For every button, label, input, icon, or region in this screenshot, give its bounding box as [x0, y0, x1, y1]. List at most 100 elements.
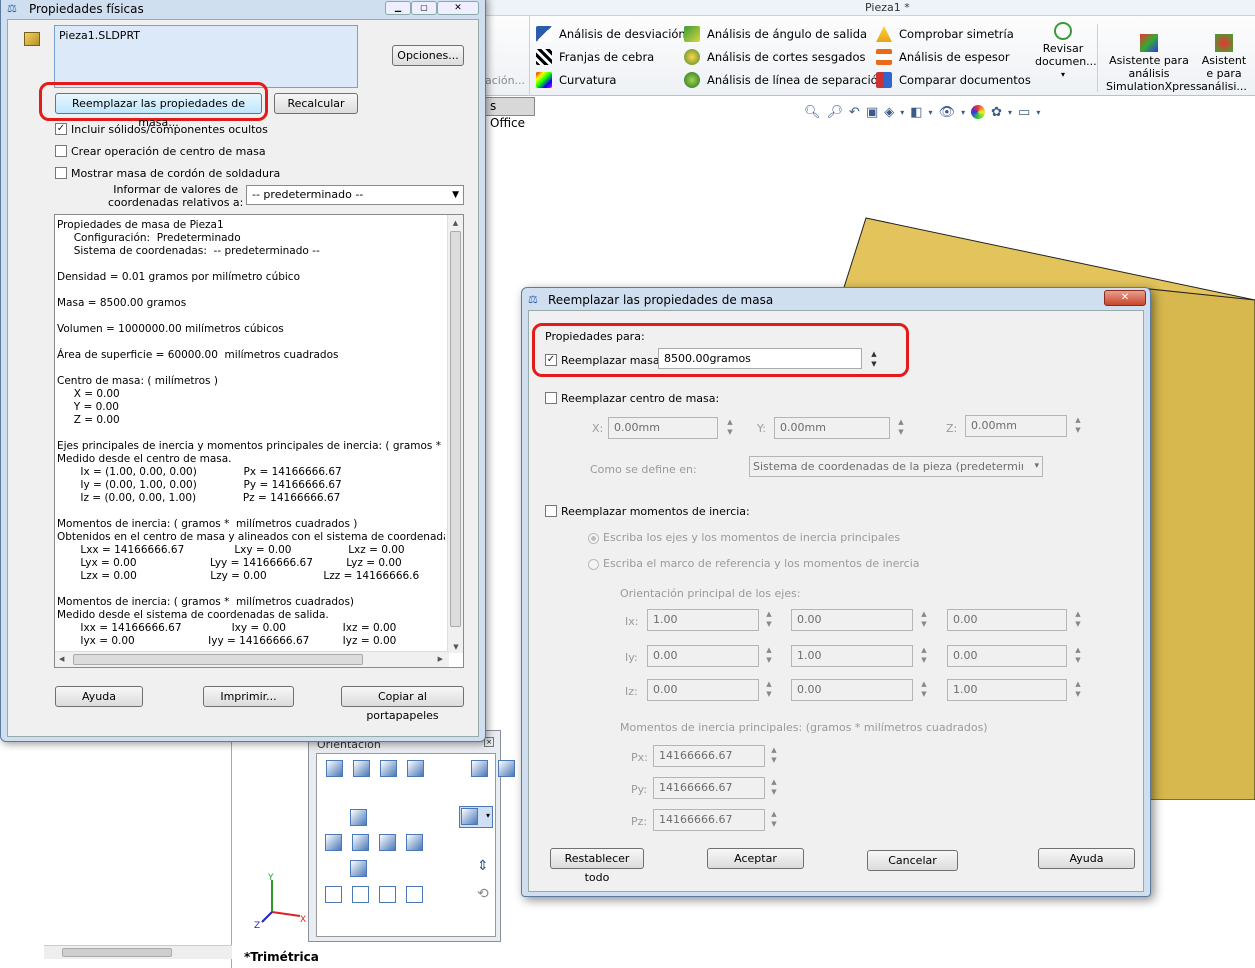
check-symmetry-button[interactable]: Comprobar simetría — [876, 26, 1014, 42]
override-mass-check[interactable] — [545, 354, 557, 366]
appearance-icon[interactable] — [971, 105, 986, 119]
link-views-icon[interactable]: ⟲ — [477, 886, 489, 902]
parting-line-analysis-button[interactable]: Análisis de línea de separación — [684, 72, 885, 88]
scroll-up-icon[interactable]: ▲ — [448, 219, 463, 227]
results-vscroll-thumb[interactable] — [450, 231, 461, 627]
front-view-icon[interactable] — [325, 834, 342, 851]
standard-view-dropdown[interactable]: ▾ — [459, 806, 493, 828]
four-view-icon[interactable] — [406, 886, 423, 903]
zebra-stripes-button[interactable]: Franjas de cebra — [536, 49, 654, 65]
chevron-down-icon[interactable]: ▾ — [900, 108, 904, 117]
section-view-icon[interactable]: ▣ — [866, 105, 878, 120]
print-button[interactable]: Imprimir... — [203, 686, 294, 707]
isometric-view-icon[interactable] — [350, 809, 367, 826]
override-com-check[interactable] — [545, 392, 557, 404]
back-view-icon[interactable] — [352, 834, 369, 851]
revisar-document-button[interactable]: Revisar documen... ▾ — [1035, 22, 1097, 81]
coordinate-system-dropdown[interactable]: Sistema de coordenadas de la pieza (pred… — [749, 456, 1043, 477]
px-spinner[interactable]: ▲ ▼ — [769, 745, 779, 767]
tree-scrollbar[interactable] — [44, 945, 232, 959]
com-z-spinner[interactable]: ▲ ▼ — [1073, 415, 1083, 437]
assistant-analysis-button[interactable]: Asistent e para análisi... — [1198, 34, 1250, 93]
iy-1-input[interactable]: 0.00 — [647, 645, 759, 667]
link-view-icon[interactable] — [407, 760, 424, 777]
compare-documents-button[interactable]: Comparar documentos — [876, 72, 1031, 88]
px-input[interactable]: 14166666.67 — [653, 745, 765, 767]
iz-3-spinner[interactable]: ▲ ▼ — [1073, 679, 1083, 701]
iz-3-input[interactable]: 1.00 — [947, 679, 1067, 701]
include-hidden-checkbox[interactable]: Incluir sólidos/componentes ocultos — [55, 123, 268, 136]
chevron-down-icon[interactable]: ▾ — [1036, 108, 1040, 117]
results-hscroll-thumb[interactable] — [73, 654, 363, 665]
right-view-icon[interactable] — [406, 834, 423, 851]
two-view-horizontal-icon[interactable] — [352, 886, 369, 903]
top-view-icon[interactable] — [350, 860, 367, 877]
pin-view-icon[interactable] — [498, 760, 515, 777]
reset-view-icon[interactable] — [380, 760, 397, 777]
single-view-icon[interactable] — [325, 886, 342, 903]
pin-icon[interactable]: × — [484, 737, 494, 747]
copy-clipboard-button[interactable]: Copiar al portapapeles — [341, 686, 464, 722]
iz-1-spinner[interactable]: ▲ ▼ — [764, 679, 774, 701]
override-mass-properties-button[interactable]: Reemplazar las propiedades de masa... — [55, 93, 262, 129]
chevron-down-icon[interactable]: ▾ — [929, 108, 933, 117]
display-style-icon[interactable]: ◧ — [910, 105, 922, 120]
iy-2-spinner[interactable]: ▲ ▼ — [919, 645, 929, 667]
options-button[interactable]: Opciones... — [392, 45, 464, 66]
deviation-analysis-button[interactable]: Análisis de desviación — [536, 26, 686, 42]
normal-to-icon[interactable]: ⇕ — [477, 858, 489, 874]
accept-button[interactable]: Aceptar — [707, 848, 804, 869]
ix-3-spinner[interactable]: ▲ ▼ — [1073, 609, 1083, 631]
create-com-check[interactable] — [55, 145, 67, 157]
close-button[interactable]: ✕ — [1104, 290, 1146, 306]
iz-2-spinner[interactable]: ▲ ▼ — [919, 679, 929, 701]
results-hscroll[interactable]: ◀ ▶ — [55, 651, 449, 667]
help-button[interactable]: Ayuda — [55, 686, 143, 707]
mass-input[interactable]: 8500.00gramos — [658, 348, 862, 369]
zoom-area-icon[interactable]: 🔎︎ — [827, 105, 844, 120]
office-tab[interactable]: s Office — [485, 97, 535, 130]
scroll-right-icon[interactable]: ▶ — [438, 655, 443, 663]
ix-2-spinner[interactable]: ▲ ▼ — [919, 609, 929, 631]
py-spinner[interactable]: ▲ ▼ — [769, 777, 779, 799]
scroll-down-icon[interactable]: ▼ — [448, 643, 463, 651]
two-view-vertical-icon[interactable] — [379, 886, 396, 903]
override-com-checkbox[interactable]: Reemplazar centro de masa: — [545, 392, 719, 405]
pz-input[interactable]: 14166666.67 — [653, 809, 765, 831]
override-mass-checkbox[interactable]: Reemplazar masa: — [545, 354, 663, 367]
minimize-button[interactable]: ▁ — [385, 1, 411, 15]
create-com-checkbox[interactable]: Crear operación de centro de masa — [55, 145, 266, 158]
iy-2-input[interactable]: 1.00 — [791, 645, 913, 667]
view-selector-icon[interactable] — [471, 760, 488, 777]
ix-2-input[interactable]: 0.00 — [791, 609, 913, 631]
recalculate-button[interactable]: Recalcular — [274, 93, 358, 114]
iy-1-spinner[interactable]: ▲ ▼ — [764, 645, 774, 667]
maximize-button[interactable]: ▢ — [411, 1, 437, 15]
com-x-spinner[interactable]: ▲ ▼ — [725, 417, 735, 439]
iz-1-input[interactable]: 0.00 — [647, 679, 759, 701]
show-weld-checkbox[interactable]: Mostrar masa de cordón de soldadura — [55, 167, 280, 180]
reset-all-button[interactable]: Restablecer todo — [550, 848, 644, 884]
undercut-analysis-button[interactable]: Análisis de cortes sesgados — [684, 49, 866, 65]
mass-spinner[interactable]: ▲ ▼ — [869, 349, 879, 371]
show-weld-check[interactable] — [55, 167, 67, 179]
hide-show-icon[interactable]: 👁︎ — [939, 105, 956, 120]
results-vscroll[interactable]: ▲ ▼ — [447, 215, 463, 653]
pz-spinner[interactable]: ▲ ▼ — [769, 809, 779, 831]
thickness-analysis-button[interactable]: Análisis de espesor — [876, 49, 1010, 65]
view-orientation-icon[interactable]: ◈ — [884, 105, 894, 120]
scene-icon[interactable]: ✿ — [991, 105, 1002, 120]
previous-view-icon[interactable]: ↶ — [849, 105, 860, 120]
zoom-fit-icon[interactable]: 🔍︎ — [804, 105, 821, 120]
scroll-left-icon[interactable]: ◀ — [59, 655, 64, 663]
results-text-area[interactable]: Propiedades de masa de Pieza1 Configurac… — [54, 214, 464, 668]
ix-1-spinner[interactable]: ▲ ▼ — [764, 609, 774, 631]
principal-axes-radio[interactable]: Escriba los ejes y los momentos de inerc… — [588, 531, 900, 544]
iy-3-spinner[interactable]: ▲ ▼ — [1073, 645, 1083, 667]
iy-3-input[interactable]: 0.00 — [947, 645, 1067, 667]
draft-analysis-button[interactable]: Análisis de ángulo de salida — [684, 26, 867, 42]
include-hidden-check[interactable] — [55, 123, 67, 135]
com-y-input[interactable]: 0.00mm — [774, 417, 890, 439]
selected-items-box[interactable]: Pieza1.SLDPRT — [54, 25, 358, 88]
reference-frame-radio[interactable]: Escriba el marco de referencia y los mom… — [588, 557, 920, 570]
